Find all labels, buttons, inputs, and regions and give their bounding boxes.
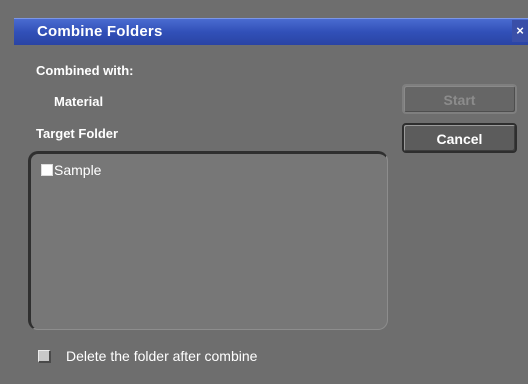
combined-with-label: Combined with:: [36, 63, 134, 78]
folder-checkbox[interactable]: [41, 164, 53, 176]
target-folder-list[interactable]: Sample: [28, 151, 388, 330]
dialog-title: Combine Folders: [37, 23, 163, 40]
cancel-button[interactable]: Cancel: [402, 123, 517, 153]
folder-label: Sample: [54, 162, 102, 178]
delete-folder-label[interactable]: Delete the folder after combine: [66, 348, 257, 364]
combined-with-value: Material: [54, 94, 104, 109]
close-icon: ×: [516, 23, 524, 38]
target-folder-label: Target Folder: [36, 126, 119, 141]
start-button[interactable]: Start: [402, 84, 517, 114]
combine-folders-dialog: Combine Folders × Combined with: Materia…: [0, 0, 528, 384]
delete-folder-checkbox[interactable]: [38, 350, 51, 363]
close-button[interactable]: ×: [512, 20, 528, 42]
title-bar[interactable]: Combine Folders ×: [14, 18, 528, 45]
